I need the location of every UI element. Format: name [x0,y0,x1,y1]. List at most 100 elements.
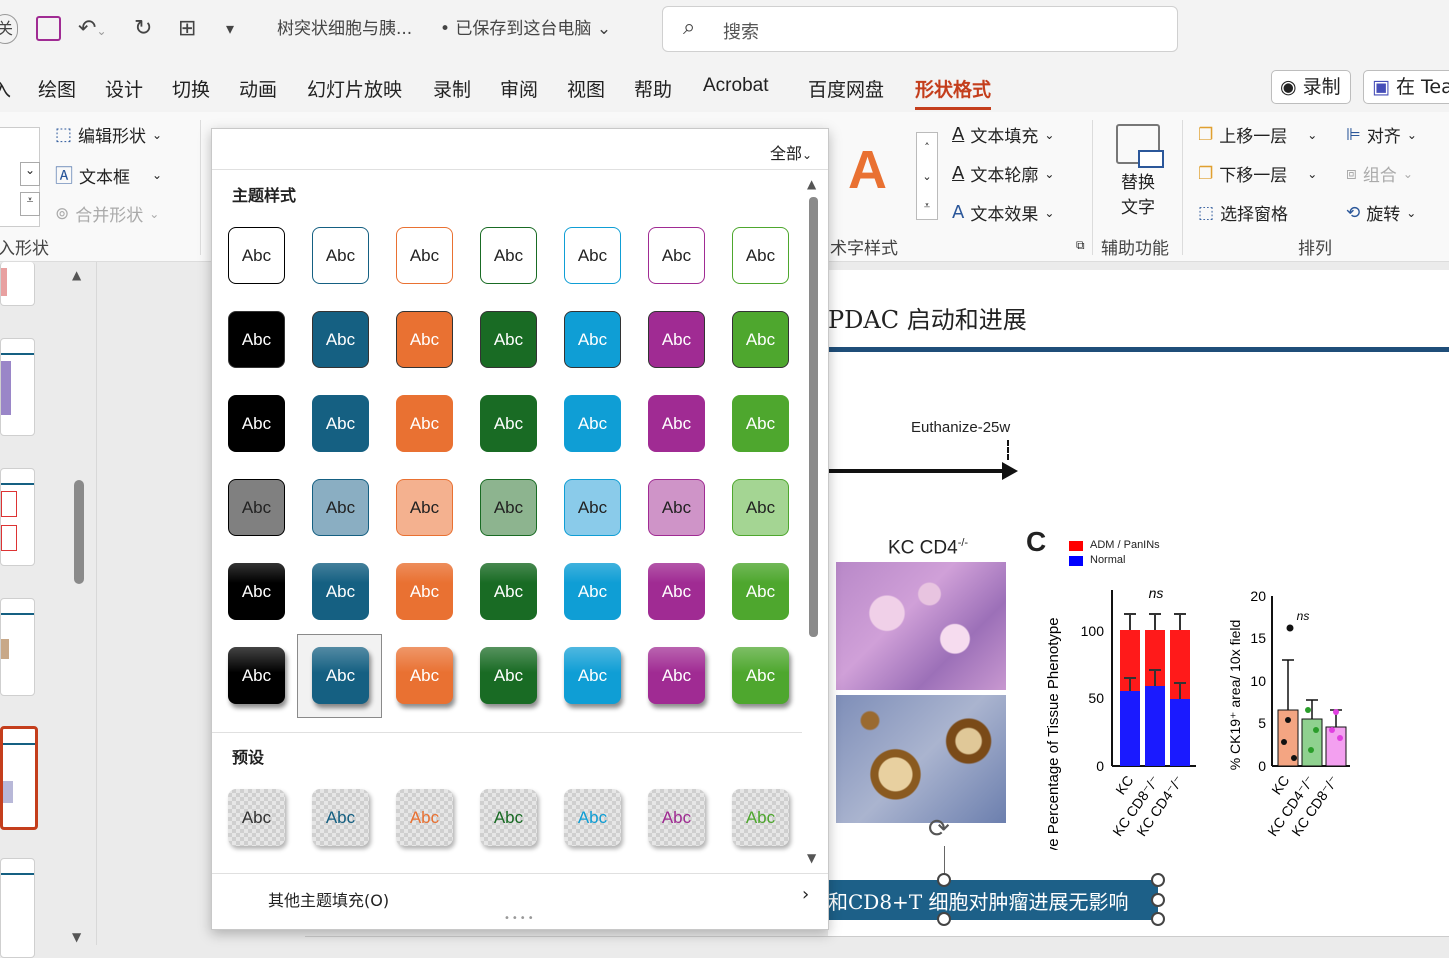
shape-style-swatch[interactable]: Abc [312,311,369,368]
wordart-gallery[interactable]: A ˄ ⌄ ⩡ [830,128,940,224]
slide-thumbnail[interactable] [0,262,35,306]
shape-style-swatch[interactable]: Abc [312,395,369,452]
shape-style-swatch[interactable]: Abc [396,479,453,536]
resize-handle[interactable] [937,912,951,926]
preset-style-swatch[interactable]: Abc [648,789,705,846]
send-backward-button[interactable]: ❐ 下移一层 ⌄ [1198,161,1317,187]
undo-icon[interactable]: ↶⌄ [78,14,107,46]
text-effect-button[interactable]: A 文本效果 ⌄ [952,200,1054,225]
tab-review[interactable]: 审阅 [500,75,538,102]
tab-transitions[interactable]: 切换 [172,75,210,102]
shape-style-swatch[interactable]: Abc [564,311,621,368]
save-status[interactable]: • 已保存到这台电脑 ⌄ [440,14,611,44]
preset-style-swatch[interactable]: Abc [564,789,621,846]
shape-style-swatch[interactable]: Abc [396,311,453,368]
shape-style-swatch[interactable]: Abc [732,647,789,704]
slide-thumbnail-selected[interactable] [0,726,38,830]
save-icon[interactable] [36,16,61,41]
shape-style-swatch[interactable]: Abc [312,647,369,704]
edit-shape-button[interactable]: ⬚ 编辑形状 ⌄ [55,122,162,147]
shape-style-swatch[interactable]: Abc [396,563,453,620]
shape-style-swatch[interactable]: Abc [648,311,705,368]
align-button[interactable]: ⊫ 对齐 ⌄ [1346,122,1417,148]
scroll-down-icon[interactable]: ▼ [72,930,81,944]
close-button[interactable]: 关 [0,14,18,44]
resize-handle[interactable] [1151,893,1165,907]
filter-dropdown[interactable]: 全部⌄ [770,140,812,164]
shape-style-swatch[interactable]: Abc [732,563,789,620]
slide-thumbnail[interactable] [0,468,35,566]
bring-forward-button[interactable]: ❐ 上移一层 ⌄ [1198,122,1317,148]
tab-help[interactable]: 帮助 [634,75,672,102]
shape-style-swatch[interactable]: Abc [228,311,285,368]
shape-style-swatch[interactable]: Abc [648,227,705,284]
tab-animations[interactable]: 动画 [239,75,277,102]
gallery-scroll-down[interactable]: ⌄ [20,162,40,186]
tab-view[interactable]: 视图 [567,75,605,102]
shape-style-swatch[interactable]: Abc [732,479,789,536]
teams-button[interactable]: ▣ 在 Tea [1363,70,1449,104]
slide-title[interactable]: PDAC 启动和进展 [828,300,1027,335]
present-icon[interactable]: ⊞ [178,14,196,44]
shape-style-swatch[interactable]: Abc [480,227,537,284]
shape-style-swatch[interactable]: Abc [732,311,789,368]
shape-style-swatch[interactable]: Abc [312,227,369,284]
shape-style-swatch[interactable]: Abc [312,479,369,536]
shape-style-swatch[interactable]: Abc [480,395,537,452]
rotate-button[interactable]: ⟲ 旋转 ⌄ [1346,200,1416,226]
scroll-up-icon[interactable]: ▲ [807,177,816,191]
gallery-scrollbar-thumb[interactable] [809,197,818,637]
shape-style-swatch[interactable]: Abc [480,563,537,620]
shape-style-swatch[interactable]: Abc [480,311,537,368]
tab-record[interactable]: 录制 [433,75,471,102]
resize-handle[interactable] [937,873,951,887]
shape-style-swatch[interactable]: Abc [396,395,453,452]
tab-insert[interactable]: 入 [0,75,11,102]
preset-style-swatch[interactable]: Abc [396,789,453,846]
group-button[interactable]: ⧈ 组合 ⌄ [1346,161,1413,187]
shape-style-swatch[interactable]: Abc [648,395,705,452]
resize-handle[interactable] [1151,873,1165,887]
slide-thumbnail[interactable] [0,598,35,696]
redo-icon[interactable]: ↻ [134,14,152,44]
tab-acrobat[interactable]: Acrobat [703,75,768,97]
customize-qat-icon[interactable]: ▾ [226,14,234,44]
text-fill-button[interactable]: A 文本填充 ⌄ [952,122,1054,147]
slide-thumbnail[interactable] [0,858,35,958]
preset-style-swatch[interactable]: Abc [732,789,789,846]
shape-style-swatch[interactable]: Abc [480,647,537,704]
resize-grip-icon[interactable]: •••• [504,913,536,924]
rotate-handle-icon[interactable]: ⟳ [928,814,950,844]
alt-text-button[interactable]: 替换 文字 [1112,124,1164,218]
shape-style-swatch[interactable]: Abc [228,647,285,704]
tab-slideshow[interactable]: 幻灯片放映 [307,75,402,102]
search-box[interactable]: ⌕ 搜索 [662,6,1178,52]
scroll-up-icon[interactable]: ▲ [72,268,81,282]
gallery-more[interactable]: ⩡ [20,192,40,216]
shape-style-swatch[interactable]: Abc [312,563,369,620]
tab-draw[interactable]: 绘图 [38,75,76,102]
shape-style-swatch[interactable]: Abc [648,479,705,536]
shape-style-swatch[interactable]: Abc [564,647,621,704]
tab-shape-format[interactable]: 形状格式 [915,75,992,110]
preset-style-swatch[interactable]: Abc [480,789,537,846]
shape-style-swatch[interactable]: Abc [228,227,285,284]
wordart-scroll[interactable]: ˄ ⌄ ⩡ [916,132,938,220]
shape-style-swatch[interactable]: Abc [564,395,621,452]
tab-baidu[interactable]: 百度网盘 [808,75,884,102]
slide-thumbnail[interactable] [0,338,35,436]
slide-canvas[interactable]: PDAC 启动和进展 Euthanize-25w KC CD4-/- C ADM… [818,270,1449,938]
shape-style-swatch[interactable]: Abc [732,227,789,284]
textbox-button[interactable]: 🄰 文本框 ⌄ [55,162,162,188]
merge-shapes-button[interactable]: ⊚ 合并形状 ⌄ [55,201,159,227]
preset-style-swatch[interactable]: Abc [228,789,285,846]
tab-design[interactable]: 设计 [105,75,143,102]
shape-style-swatch[interactable]: Abc [564,479,621,536]
shape-style-swatch[interactable]: Abc [648,647,705,704]
banner-text[interactable]: 和CD8+T 细胞对肿瘤进展无影响 [828,886,1129,915]
resize-handle[interactable] [1151,912,1165,926]
shape-style-swatch[interactable]: Abc [564,563,621,620]
scroll-down-icon[interactable]: ▼ [807,851,816,865]
shape-style-swatch[interactable]: Abc [228,479,285,536]
preset-style-swatch[interactable]: Abc [312,789,369,846]
